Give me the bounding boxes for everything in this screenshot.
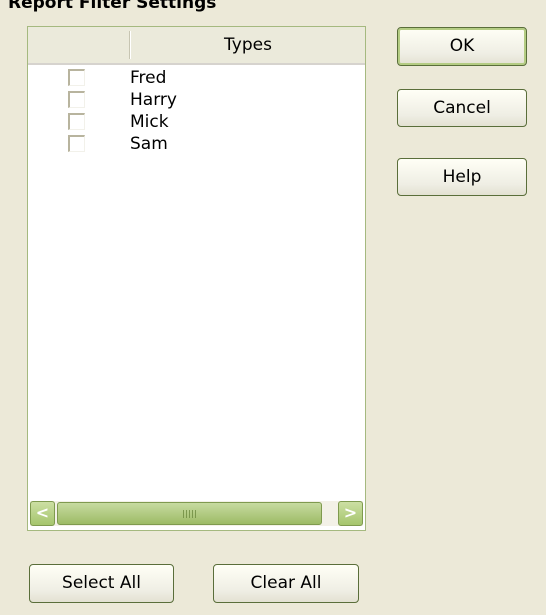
horizontal-scrollbar[interactable]: < > <box>30 501 363 526</box>
item-label: Mick <box>130 112 169 132</box>
item-checkbox[interactable] <box>68 91 85 108</box>
header-types-column[interactable]: Types <box>131 27 365 63</box>
item-checkbox[interactable] <box>68 69 85 86</box>
list-item[interactable]: Mick <box>28 111 365 133</box>
item-label: Sam <box>130 134 168 154</box>
dialog-title: Report Filter Settings <box>8 0 217 13</box>
chevron-left-icon: < <box>35 503 50 522</box>
ok-button[interactable]: OK <box>397 27 527 66</box>
item-checkbox[interactable] <box>68 113 85 130</box>
item-checkbox[interactable] <box>68 135 85 152</box>
item-label: Fred <box>130 68 167 88</box>
list-header: Types <box>28 27 365 65</box>
grip-icon <box>182 510 197 518</box>
types-list[interactable]: Types Fred Harry Mick Sam < > <box>27 26 366 531</box>
scrollbar-thumb[interactable] <box>57 502 322 525</box>
list-item[interactable]: Harry <box>28 89 365 111</box>
help-button[interactable]: Help <box>397 158 527 196</box>
header-column-divider[interactable] <box>129 31 130 59</box>
list-item[interactable]: Sam <box>28 133 365 155</box>
scroll-left-button[interactable]: < <box>30 501 55 526</box>
list-item[interactable]: Fred <box>28 67 365 89</box>
item-label: Harry <box>130 90 177 110</box>
cancel-button[interactable]: Cancel <box>397 89 527 127</box>
scroll-right-button[interactable]: > <box>338 501 363 526</box>
select-all-button[interactable]: Select All <box>29 564 174 603</box>
clear-all-button[interactable]: Clear All <box>213 564 359 603</box>
header-check-column[interactable] <box>28 27 128 63</box>
chevron-right-icon: > <box>343 503 358 522</box>
